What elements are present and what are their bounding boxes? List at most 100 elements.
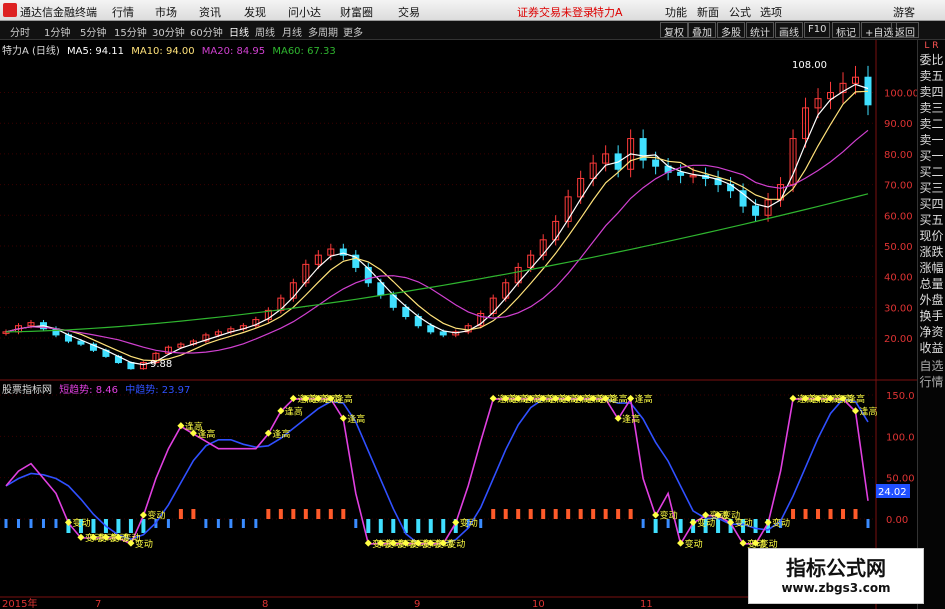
panel-label-12[interactable]: 涨跌 (918, 244, 945, 260)
indicator-bar-up (303, 509, 308, 519)
panel-label-16[interactable]: 换手 (918, 308, 945, 324)
candle-body (127, 362, 135, 370)
panel-label-0[interactable]: 委比 (918, 52, 945, 68)
panel-label-3[interactable]: 卖三 (918, 100, 945, 116)
panel-label-1[interactable]: 卖五 (918, 68, 945, 84)
indicator-bar (229, 519, 233, 528)
menu-function[interactable]: 功能 (665, 4, 687, 20)
ma5-value: MA5: 94.11 (67, 46, 125, 57)
stock-name: 特力A (593, 6, 623, 19)
menu-item-discover[interactable]: 发现 (244, 4, 266, 20)
panel-label-5[interactable]: 卖一 (918, 132, 945, 148)
back-button[interactable]: 返回 (891, 22, 919, 39)
indicator-bar-up (853, 509, 858, 519)
menu-item-market[interactable]: 行情 (112, 4, 134, 20)
panel-label-4[interactable]: 卖二 (918, 116, 945, 132)
indicator-bar-down (366, 519, 371, 533)
login-status[interactable]: 证券交易未登录 (517, 4, 594, 20)
overlay-button[interactable]: 叠加 (688, 22, 716, 39)
panel-label-18[interactable]: 收益 (918, 340, 945, 356)
sell-label: 逢高 (285, 406, 303, 418)
period-tab-15min[interactable]: 15分钟 (114, 24, 147, 39)
menu-item-markets[interactable]: 市场 (155, 4, 177, 20)
period-tab-monthly[interactable]: 月线 (282, 24, 302, 39)
panel-label-15[interactable]: 外盘 (918, 292, 945, 308)
main-indicator-legend: 特力A (日线) MA5: 94.11 MA10: 94.00 MA20: 84… (2, 42, 340, 57)
sell-label: 逢高 (347, 413, 365, 425)
panel-label-13[interactable]: 涨幅 (918, 260, 945, 276)
sell-label: 逢高 (335, 393, 353, 405)
panel-label-6[interactable]: 买一 (918, 148, 945, 164)
multi-stock-button[interactable]: 多股 (717, 22, 745, 39)
menu-item-fortune[interactable]: 财富圈 (340, 4, 373, 20)
period-tab-30min[interactable]: 30分钟 (152, 24, 185, 39)
period-tab-60min[interactable]: 60分钟 (190, 24, 223, 39)
watermark-title: 指标公式网 (786, 556, 886, 580)
panel-label-14[interactable]: 总量 (918, 276, 945, 292)
indicator-bar-down (678, 519, 683, 533)
moving-averages (5, 83, 869, 366)
candle-body (77, 340, 85, 345)
panel-label-9[interactable]: 买四 (918, 196, 945, 212)
panel-label-11[interactable]: 现价 (918, 228, 945, 244)
candle-body (752, 205, 760, 216)
menu-options[interactable]: 选项 (760, 4, 782, 20)
buy-label: 变动 (447, 538, 465, 550)
buy-label: 变动 (772, 517, 790, 529)
indicator-bar-up (328, 509, 333, 519)
indicator-bar (204, 519, 208, 528)
period-tab-1min[interactable]: 1分钟 (44, 24, 70, 39)
panel-label-8[interactable]: 买三 (918, 180, 945, 196)
indicator-bar-down (391, 519, 396, 533)
period-tab-more[interactable]: 更多 (343, 24, 363, 39)
period-tab-daily[interactable]: 日线 (229, 24, 249, 39)
period-tab-multi[interactable]: 多周期 (308, 24, 338, 39)
buy-label: 变动 (735, 517, 753, 529)
panel-label-2[interactable]: 卖四 (918, 84, 945, 100)
indicator-bar (479, 519, 483, 528)
buy-marker (689, 518, 697, 526)
adjust-button[interactable]: 复权 (660, 22, 688, 39)
indicator-bar (16, 519, 20, 528)
app-title: 通达信金融终端 (20, 6, 97, 19)
short-trend-value: 短趋势: 8.46 (59, 385, 119, 396)
panel-label-17[interactable]: 净资 (918, 324, 945, 340)
quote-side-panel: L R 委比 卖五 卖四 卖三 卖二 卖一 买一 买二 买三 买四 买五 现价 涨跌 涨幅 总量 外盘 换手 净资… (917, 40, 945, 609)
period-tab-5min[interactable]: 5分钟 (80, 24, 106, 39)
low-price-label: 9.88 (150, 359, 172, 370)
price-axis-label: 50.00 (884, 242, 913, 253)
stats-button[interactable]: 统计 (746, 22, 774, 39)
panel-tab-0[interactable]: 自选 (918, 358, 945, 374)
mark-button[interactable]: 标记 (832, 22, 860, 39)
menu-item-news[interactable]: 资讯 (199, 4, 221, 20)
panel-label-10[interactable]: 买五 (918, 212, 945, 228)
panel-tab-1[interactable]: 行情 (918, 374, 945, 390)
buy-label: 变动 (147, 510, 165, 522)
guest-label[interactable]: 游客 (893, 4, 915, 20)
menu-new-page[interactable]: 新面 (697, 4, 719, 20)
indicator-bar-up (616, 509, 621, 519)
menu-formula[interactable]: 公式 (729, 4, 751, 20)
price-axis-label: 80.00 (884, 150, 913, 161)
kline-chart[interactable]: 变动变动变动变动变动变动变动逢高逢高逢高逢高逢高逢高逢高逢高逢高变动变动变动变动… (0, 40, 917, 609)
period-tab-weekly[interactable]: 周线 (255, 24, 275, 39)
ma5-line (5, 83, 869, 366)
period-tab-intraday[interactable]: 分时 (10, 24, 30, 39)
sell-marker (789, 394, 797, 402)
indicator-bar-up (816, 509, 821, 519)
date-label: 11 (640, 599, 653, 609)
panel-label-7[interactable]: 买二 (918, 164, 945, 180)
indicator-bar-up (341, 509, 346, 519)
f10-button[interactable]: F10 (804, 22, 831, 38)
draw-line-button[interactable]: 画线 (775, 22, 803, 39)
indicator-bar-up (803, 509, 808, 519)
indicator-bar-down (428, 519, 433, 533)
menu-item-trade[interactable]: 交易 (398, 4, 420, 20)
indicator-bar-up (553, 509, 558, 519)
chart-name: 特力A (日线) (2, 46, 60, 57)
sub-current-value: 24.02 (878, 487, 907, 498)
buy-label: 变动 (460, 517, 478, 529)
menu-item-ask[interactable]: 问小达 (288, 4, 321, 20)
ma60-value: MA60: 67.33 (272, 46, 336, 57)
sell-label: 逢高 (610, 393, 628, 405)
